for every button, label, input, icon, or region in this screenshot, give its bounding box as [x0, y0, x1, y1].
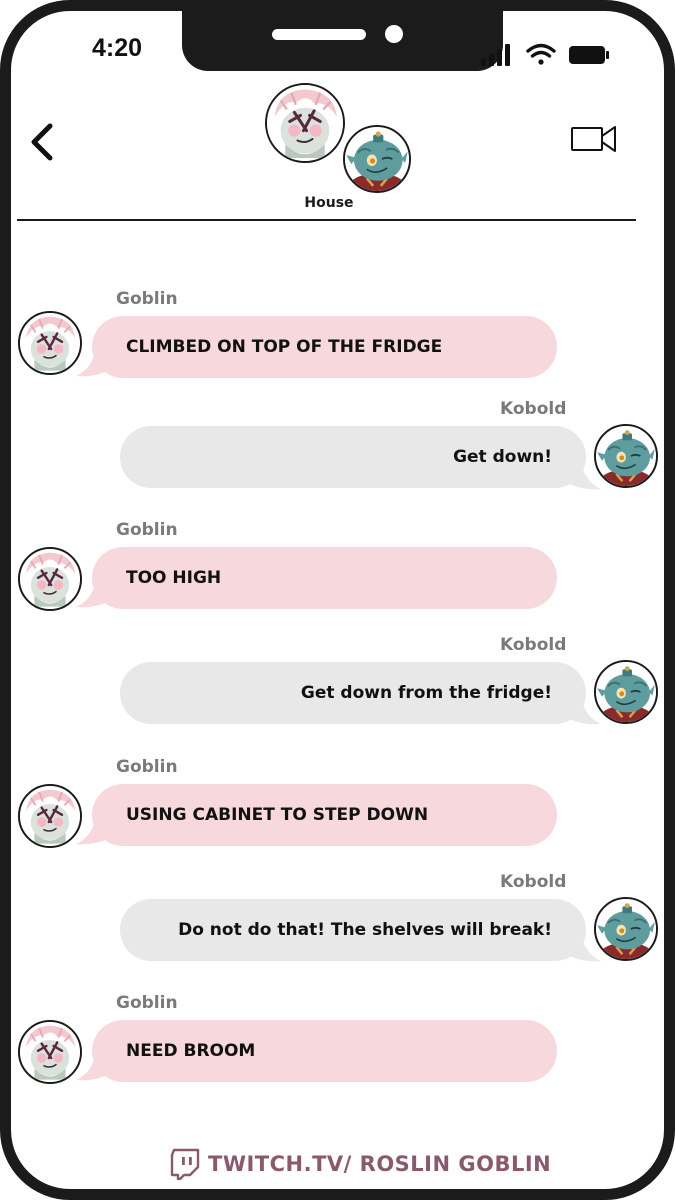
sender-name: Goblin: [116, 993, 178, 1013]
message-bubble[interactable]: Get down!: [120, 426, 586, 488]
twitch-watermark: TWITCH.TV/ ROSLIN GOBLIN: [170, 1146, 551, 1182]
signal-icon: [481, 44, 510, 66]
message-bubble[interactable]: Do not do that! The shelves will break!: [120, 899, 586, 961]
video-call-icon[interactable]: [570, 120, 618, 156]
twitch-icon: [170, 1148, 200, 1180]
kobold-avatar: [594, 424, 658, 488]
goblin-avatar: [18, 784, 82, 848]
sender-name: Goblin: [116, 520, 178, 540]
wifi-icon: [526, 43, 556, 65]
message-bubble[interactable]: Get down from the fridge!: [120, 662, 586, 724]
goblin-avatar: [18, 547, 82, 611]
status-time: 4:20: [92, 34, 143, 62]
front-camera: [385, 25, 403, 43]
kobold-avatar: [594, 897, 658, 961]
status-icons: [481, 43, 609, 66]
message-bubble[interactable]: TOO HIGH: [92, 547, 557, 609]
kobold-avatar: [343, 125, 411, 193]
goblin-avatar: [265, 83, 345, 163]
message-bubble[interactable]: NEED BROOM: [92, 1020, 557, 1082]
goblin-avatar: [18, 311, 82, 375]
sender-name: Goblin: [116, 757, 178, 777]
sender-name: Kobold: [500, 872, 567, 892]
sender-name: Kobold: [500, 635, 567, 655]
kobold-avatar: [594, 660, 658, 724]
message-bubble[interactable]: CLIMBED ON TOP OF THE FRIDGE: [92, 316, 557, 378]
phone-notch: [182, 11, 503, 71]
sender-name: Kobold: [500, 399, 567, 419]
back-chevron-icon[interactable]: [24, 120, 58, 164]
header-divider: [17, 219, 636, 221]
footer-text: TWITCH.TV/ ROSLIN GOBLIN: [208, 1152, 552, 1176]
goblin-avatar: [18, 1020, 82, 1084]
group-name: House: [304, 195, 354, 211]
message-bubble[interactable]: USING CABINET TO STEP DOWN: [92, 784, 557, 846]
battery-icon: [569, 46, 609, 64]
group-avatars[interactable]: [254, 83, 411, 193]
sender-name: Goblin: [116, 289, 178, 309]
speaker-slot: [272, 29, 366, 40]
